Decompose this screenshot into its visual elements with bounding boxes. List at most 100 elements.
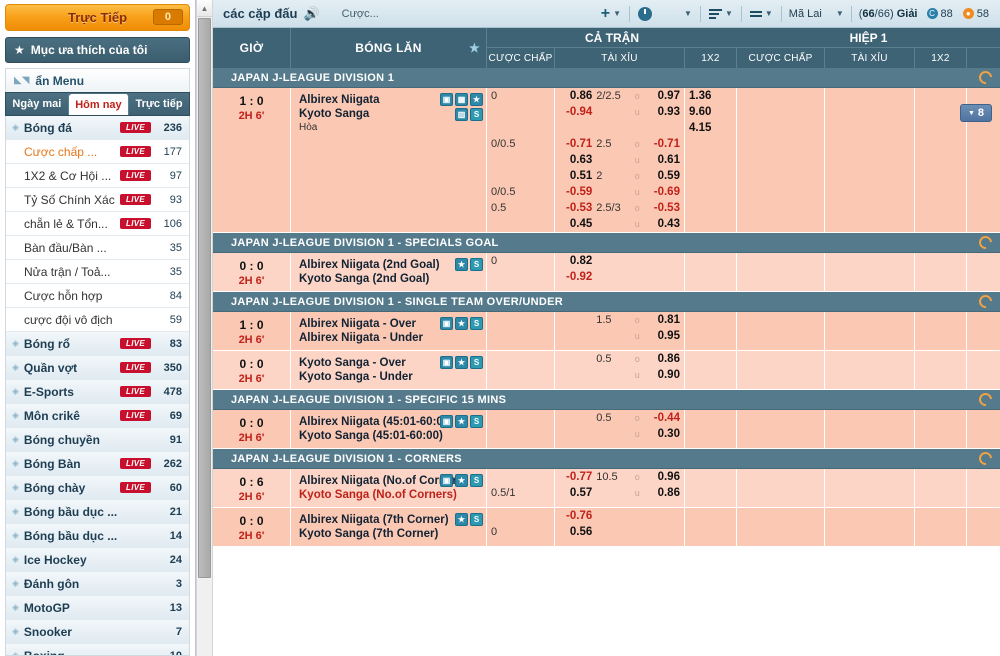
s-icon[interactable]: S: [470, 317, 483, 330]
cell-more[interactable]: [967, 351, 1000, 389]
table-row[interactable]: 0 : 0 2H 6' Albirex Niigata (45:01-60:00) K…: [213, 410, 1000, 449]
cell-1x2-full[interactable]: [685, 469, 737, 507]
cell-overunder-h1[interactable]: [825, 312, 915, 350]
cell-overunder-h1[interactable]: [825, 253, 915, 291]
cell-overunder-full[interactable]: 0.86 2/2.5 o 0.97 -0.94 u 0.93 -0.71 2.5 o -0.71 0.…: [555, 88, 685, 232]
cell-1x2-h1[interactable]: [915, 410, 967, 448]
cell-handicap-h1[interactable]: [737, 351, 825, 389]
cell-handicap-h1[interactable]: [737, 410, 825, 448]
cell-handicap-h1[interactable]: [737, 88, 825, 232]
star-icon[interactable]: ★: [455, 258, 468, 271]
table-row[interactable]: 0 : 0 2H 6' Albirex Niigata (2nd Goal) Kyot…: [213, 253, 1000, 292]
cell-overunder-full[interactable]: 0.82 -0.92: [555, 253, 685, 291]
cell-handicap-full[interactable]: 0.5/1: [487, 469, 555, 507]
orange-stat[interactable]: ● 58: [958, 8, 994, 20]
cell-handicap-h1[interactable]: [737, 253, 825, 291]
day-tab-1[interactable]: Hôm nay: [68, 94, 130, 115]
league-header[interactable]: JAPAN J-LEAGUE DIVISION 1: [213, 68, 1000, 88]
sidebar-item-17[interactable]: ◈ Bóng bầu dục ... 14: [6, 524, 189, 548]
cell-handicap-full[interactable]: 0: [487, 508, 555, 546]
cell-overunder-h1[interactable]: [825, 508, 915, 546]
cell-handicap-h1[interactable]: [737, 469, 825, 507]
sidebar-item-19[interactable]: ◈ Đánh gôn 3: [6, 572, 189, 596]
cell-1x2-full[interactable]: [685, 351, 737, 389]
sidebar-item-2[interactable]: 1X2 & Cơ Hội ... LIVE 97: [6, 164, 189, 188]
speaker-icon[interactable]: 🔊: [303, 6, 319, 22]
cell-1x2-full[interactable]: [685, 410, 737, 448]
cell-more[interactable]: [967, 253, 1000, 291]
cell-match[interactable]: Albirex Niigata (45:01-60:00) Kyoto Sanga…: [291, 410, 487, 448]
sidebar-item-1[interactable]: Cược chấp ... LIVE 177: [6, 140, 189, 164]
cell-1x2-h1[interactable]: [915, 351, 967, 389]
sidebar-item-12[interactable]: ◈ Môn crikê LIVE 69: [6, 404, 189, 428]
tv-icon[interactable]: ▣: [440, 474, 453, 487]
league-header[interactable]: JAPAN J-LEAGUE DIVISION 1 - CORNERS: [213, 449, 1000, 469]
cell-more[interactable]: [967, 410, 1000, 448]
sidebar-item-6[interactable]: Nửa trận / Toả... 35: [6, 260, 189, 284]
star-icon[interactable]: ★: [455, 474, 468, 487]
sidebar-item-15[interactable]: ◈ Bóng chày LIVE 60: [6, 476, 189, 500]
s-icon[interactable]: S: [470, 108, 483, 121]
cell-match[interactable]: Albirex Niigata (No.of Corners) Kyoto San…: [291, 469, 487, 507]
sidebar-item-10[interactable]: ◈ Quần vợt LIVE 350: [6, 356, 189, 380]
sidebar-item-3[interactable]: Tỷ Số Chính Xác LIVE 93: [6, 188, 189, 212]
more-markets-badge[interactable]: ▼ 8: [959, 104, 992, 122]
cell-overunder-h1[interactable]: [825, 469, 915, 507]
refresh-interval-button[interactable]: ▼: [633, 6, 697, 21]
sidebar-item-5[interactable]: Bàn đầu/Bàn ... 35: [6, 236, 189, 260]
live-banner[interactable]: Trực Tiếp 0: [5, 4, 190, 31]
league-header[interactable]: JAPAN J-LEAGUE DIVISION 1 - SINGLE TEAM …: [213, 292, 1000, 312]
cell-1x2-h1[interactable]: [915, 253, 967, 291]
table-row[interactable]: 0 : 0 2H 6' Kyoto Sanga - Over Kyoto Sanga …: [213, 351, 1000, 390]
cell-handicap-full[interactable]: [487, 410, 555, 448]
cell-overunder-h1[interactable]: [825, 410, 915, 448]
cell-1x2-full[interactable]: 1.36 9.60 4.15: [685, 88, 737, 232]
sidebar-item-16[interactable]: ◈ Bóng bầu dục ... 21: [6, 500, 189, 524]
sidebar-item-20[interactable]: ◈ MotoGP 13: [6, 596, 189, 620]
refresh-icon[interactable]: [976, 292, 995, 311]
s-icon[interactable]: S: [470, 513, 483, 526]
page-scrollbar[interactable]: ▲: [196, 0, 213, 656]
cell-overunder-h1[interactable]: [825, 88, 915, 232]
refresh-icon[interactable]: [976, 390, 995, 409]
view-button[interactable]: ▼: [745, 9, 778, 18]
cell-handicap-h1[interactable]: [737, 312, 825, 350]
sidebar-item-13[interactable]: ◈ Bóng chuyền 91: [6, 428, 189, 452]
cell-match[interactable]: Albirex Niigata (7th Corner) Kyoto Sanga …: [291, 508, 487, 546]
league-header[interactable]: JAPAN J-LEAGUE DIVISION 1 - SPECIALS GOA…: [213, 233, 1000, 253]
tv-icon[interactable]: ▣: [440, 356, 453, 369]
cell-more[interactable]: [967, 469, 1000, 507]
league-header[interactable]: JAPAN J-LEAGUE DIVISION 1 - SPECIFIC 15 …: [213, 390, 1000, 410]
cell-1x2-h1[interactable]: [915, 469, 967, 507]
cell-handicap-h1[interactable]: [737, 508, 825, 546]
s-icon[interactable]: S: [470, 258, 483, 271]
cell-handicap-full[interactable]: 0: [487, 253, 555, 291]
sidebar-item-11[interactable]: ◈ E-Sports LIVE 478: [6, 380, 189, 404]
sidebar-item-0[interactable]: ◈ Bóng đá LIVE 236: [6, 116, 189, 140]
cell-overunder-full[interactable]: 0.5 o 0.86 u 0.90: [555, 351, 685, 389]
cell-more[interactable]: [967, 508, 1000, 546]
sidebar-item-22[interactable]: ◈ Boxing 10: [6, 644, 189, 655]
tv-icon[interactable]: ▣: [440, 317, 453, 330]
cell-more[interactable]: [967, 312, 1000, 350]
cell-match[interactable]: Albirex Niigata (2nd Goal) Kyoto Sanga (2…: [291, 253, 487, 291]
refresh-icon[interactable]: [976, 233, 995, 252]
cell-1x2-full[interactable]: [685, 253, 737, 291]
cell-more[interactable]: ▼ 8: [959, 88, 1000, 232]
sidebar-item-9[interactable]: ◈ Bóng rổ LIVE 83: [6, 332, 189, 356]
sidebar-item-favorites[interactable]: ★ Mục ưa thích của tôi: [5, 37, 190, 63]
star-icon[interactable]: ★: [455, 356, 468, 369]
day-tab-0[interactable]: Ngày mai: [6, 93, 69, 115]
refresh-icon[interactable]: [976, 68, 995, 87]
sidebar-item-21[interactable]: ◈ Snooker 7: [6, 620, 189, 644]
table-row[interactable]: 1 : 0 2H 6' Albirex Niigata Kyoto Sanga Hòa ▣…: [213, 88, 1000, 233]
hide-menu-toggle[interactable]: ◣◥ ẩn Menu: [5, 68, 190, 92]
refresh-icon[interactable]: [976, 449, 995, 468]
cell-handicap-full[interactable]: [487, 312, 555, 350]
cell-1x2-full[interactable]: [685, 312, 737, 350]
tv-icon[interactable]: ▣: [440, 93, 453, 106]
sidebar-item-4[interactable]: chẵn lẻ & Tổn... LIVE 106: [6, 212, 189, 236]
cell-handicap-full[interactable]: [487, 351, 555, 389]
s-icon[interactable]: S: [470, 356, 483, 369]
star-icon[interactable]: ★: [455, 513, 468, 526]
